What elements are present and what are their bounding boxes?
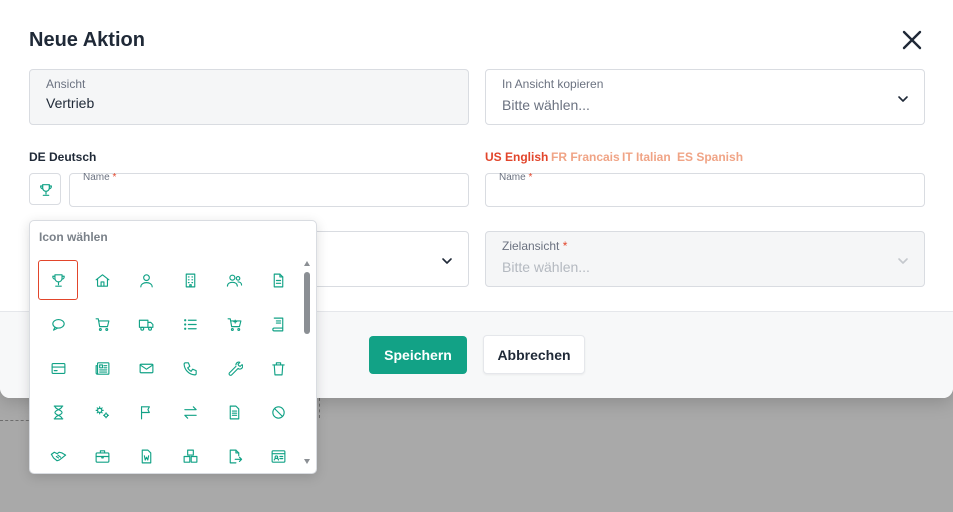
background-dashed-line-vertical <box>319 398 320 418</box>
users-icon <box>226 274 242 287</box>
trophy-icon <box>51 273 65 287</box>
icon-option-newspaper[interactable] <box>82 348 122 388</box>
icon-option-mail[interactable] <box>126 348 166 388</box>
cogs-icon <box>95 405 109 418</box>
arrows-swap-icon <box>183 405 197 419</box>
section-title-german: DE Deutsch <box>29 150 97 164</box>
chat-bubble-icon <box>51 318 65 331</box>
icon-option-list[interactable] <box>170 304 210 344</box>
icon-option-document[interactable] <box>258 260 298 300</box>
hidden-select-field[interactable] <box>300 231 469 287</box>
ansicht-value: Vertrieb <box>46 95 95 111</box>
mail-icon <box>139 363 153 373</box>
copy-view-label: In Ansicht kopieren <box>502 77 604 91</box>
building-icon <box>185 273 195 287</box>
icon-picker-title: Icon wählen <box>39 230 108 244</box>
tab-us-english[interactable]: US English <box>485 150 548 164</box>
icon-option-users[interactable] <box>214 260 254 300</box>
file-export-icon <box>229 449 242 463</box>
icon-option-building[interactable] <box>170 260 210 300</box>
icon-option-user[interactable] <box>126 260 166 300</box>
icon-option-credit-card[interactable] <box>38 348 78 388</box>
truck-icon <box>138 319 153 331</box>
scroll-down-arrow[interactable] <box>304 459 310 464</box>
icon-grid <box>38 260 302 473</box>
wrench-icon <box>228 361 243 376</box>
icon-option-cart-add[interactable] <box>214 304 254 344</box>
icon-option-trash[interactable] <box>258 348 298 388</box>
ansicht-label: Ansicht <box>46 77 86 91</box>
file-text-icon <box>229 405 239 419</box>
target-view-label: Zielansicht * <box>502 239 568 253</box>
icon-option-chat-bubble[interactable] <box>38 304 78 344</box>
credit-card-icon <box>51 362 65 374</box>
tab-fr-francais[interactable]: FR Francais <box>551 150 620 164</box>
home-icon <box>95 273 109 287</box>
name-label-en: Name * <box>499 172 533 183</box>
chevron-down-icon <box>898 258 908 264</box>
icon-option-wrench[interactable] <box>214 348 254 388</box>
cart-add-icon <box>227 317 241 331</box>
icon-picker-dropdown: Icon wählen <box>29 220 317 474</box>
icon-option-id-card[interactable] <box>258 436 298 473</box>
ansicht-field: Ansicht Vertrieb <box>29 69 469 125</box>
target-view-select[interactable]: Zielansicht * Bitte wählen... <box>485 231 925 287</box>
chevron-down-icon <box>442 258 452 264</box>
word-file-icon <box>141 449 151 463</box>
icon-option-truck[interactable] <box>126 304 166 344</box>
user-icon <box>139 273 153 287</box>
phone-icon <box>183 361 197 375</box>
id-card-icon <box>271 449 285 463</box>
hourglass-icon <box>53 405 63 419</box>
boxes-icon <box>183 449 197 463</box>
icon-option-boxes[interactable] <box>170 436 210 473</box>
icon-option-trophy[interactable] <box>38 260 78 300</box>
icon-select-button[interactable] <box>29 173 61 205</box>
document-icon <box>273 273 283 287</box>
chevron-down-icon <box>898 96 908 102</box>
cancel-button[interactable]: Abbrechen <box>483 335 585 374</box>
ban-icon <box>271 405 285 419</box>
flag-icon <box>140 405 150 419</box>
name-label-de: Name * <box>83 172 117 183</box>
trophy-icon <box>40 184 52 196</box>
cart-icon <box>95 317 109 331</box>
icon-option-file-text[interactable] <box>214 392 254 432</box>
icon-option-cart[interactable] <box>82 304 122 344</box>
scroll-up-arrow[interactable] <box>304 261 310 266</box>
icon-option-file-export[interactable] <box>214 436 254 473</box>
icon-option-hourglass[interactable] <box>38 392 78 432</box>
target-view-placeholder: Bitte wählen... <box>502 259 590 275</box>
icon-option-phone[interactable] <box>170 348 210 388</box>
icon-option-flag[interactable] <box>126 392 166 432</box>
close-icon[interactable] <box>898 26 926 54</box>
dialog-title: Neue Aktion <box>29 29 145 51</box>
icon-option-briefcase[interactable] <box>82 436 122 473</box>
name-field-en[interactable]: Name * <box>485 172 925 207</box>
briefcase-icon <box>95 449 109 463</box>
copy-view-placeholder: Bitte wählen... <box>502 97 590 113</box>
scrollbar-thumb[interactable] <box>304 272 310 334</box>
icon-option-cogs[interactable] <box>82 392 122 432</box>
tab-it-italian[interactable]: IT Italian <box>622 150 671 164</box>
icon-option-home[interactable] <box>82 260 122 300</box>
icon-option-handshake[interactable] <box>38 436 78 473</box>
save-button[interactable]: Speichern <box>369 336 467 374</box>
icon-option-word-file[interactable] <box>126 436 166 473</box>
copy-view-select[interactable]: In Ansicht kopieren Bitte wählen... <box>485 69 925 125</box>
icon-option-arrows-swap[interactable] <box>170 392 210 432</box>
icon-option-ban[interactable] <box>258 392 298 432</box>
name-field-de[interactable]: Name * <box>69 172 469 207</box>
tab-es-spanish[interactable]: ES Spanish <box>677 150 743 164</box>
icon-option-book[interactable] <box>258 304 298 344</box>
handshake-icon <box>50 451 66 461</box>
trash-icon <box>271 361 285 375</box>
newspaper-icon <box>95 361 109 375</box>
book-icon <box>271 317 283 331</box>
list-icon <box>183 318 197 330</box>
